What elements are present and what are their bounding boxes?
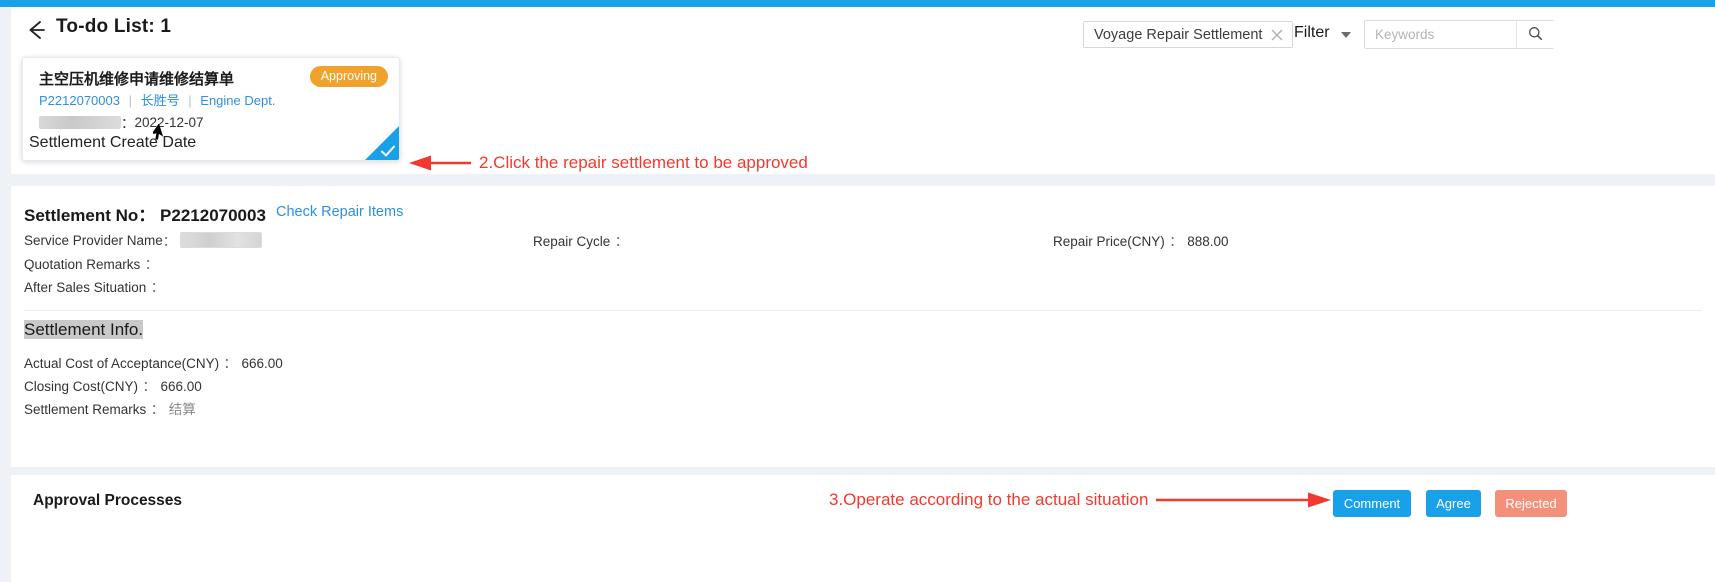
field-settlement-remarks: Settlement Remarks ： 结算 bbox=[24, 398, 196, 419]
annotation-arrow-right-icon bbox=[1156, 492, 1332, 508]
left-rail bbox=[0, 7, 11, 582]
search-box bbox=[1364, 20, 1554, 49]
field-colon: ： bbox=[162, 234, 177, 249]
field-label: Actual Cost of Acceptance(CNY) bbox=[24, 356, 220, 371]
annotation-step-3-text: 3.Operate according to the actual situat… bbox=[829, 490, 1149, 509]
field-closing-cost: Closing Cost(CNY) ： 666.00 bbox=[24, 375, 202, 396]
field-repair-price: Repair Price(CNY) ： 888.00 bbox=[1053, 230, 1228, 251]
search-button[interactable] bbox=[1516, 21, 1554, 48]
field-label: After Sales Situation bbox=[24, 280, 147, 295]
annotation-step-3: 3.Operate according to the actual situat… bbox=[829, 490, 1332, 510]
section-divider bbox=[24, 310, 1702, 311]
date-colon: ： bbox=[121, 116, 135, 131]
field-label: Repair Cycle bbox=[533, 234, 611, 249]
redacted-label bbox=[39, 115, 121, 129]
field-colon: ： bbox=[223, 356, 238, 371]
meta-separator: | bbox=[188, 93, 192, 108]
todo-card-footer-label: Settlement Create Date bbox=[29, 134, 197, 151]
field-after-sales-situation: After Sales Situation ： bbox=[24, 276, 164, 297]
field-value: 888.00 bbox=[1187, 234, 1229, 249]
annotation-step-2: 2.Click the repair settlement to be appr… bbox=[409, 153, 808, 173]
field-label: Repair Price(CNY) bbox=[1053, 234, 1165, 249]
todo-card-vessel[interactable]: 长胜号 bbox=[141, 93, 180, 108]
field-label: Closing Cost(CNY) bbox=[24, 379, 139, 394]
field-value: 结算 bbox=[168, 402, 196, 417]
search-input[interactable] bbox=[1365, 21, 1515, 48]
field-colon: ： bbox=[144, 257, 159, 272]
todo-card-dept[interactable]: Engine Dept. bbox=[200, 93, 275, 108]
filter-dropdown[interactable]: Filter bbox=[1294, 24, 1330, 42]
todo-card-meta: P2212070003 | 长胜号 | Engine Dept. bbox=[39, 90, 275, 109]
field-quotation-remarks: Quotation Remarks ： bbox=[24, 253, 158, 274]
redacted-value bbox=[180, 232, 263, 248]
chevron-down-icon[interactable] bbox=[1341, 32, 1351, 38]
meta-separator: | bbox=[128, 93, 132, 108]
agree-button[interactable]: Agree bbox=[1426, 490, 1481, 517]
approval-processes-title: Approval Processes bbox=[33, 492, 183, 509]
todo-list-strip: 主空压机维修申请维修结算单 Approving P2212070003 | 长胜… bbox=[11, 52, 1715, 174]
todo-card[interactable]: 主空压机维修申请维修结算单 Approving P2212070003 | 长胜… bbox=[22, 57, 400, 161]
todo-card-code[interactable]: P2212070003 bbox=[39, 93, 120, 108]
rejected-button[interactable]: Rejected bbox=[1495, 490, 1567, 517]
field-label: Service Provider Name bbox=[24, 232, 163, 248]
field-colon: ： bbox=[142, 379, 156, 394]
field-label: Settlement Remarks bbox=[24, 402, 147, 417]
field-repair-cycle: Repair Cycle ： bbox=[533, 230, 628, 251]
annotation-step-2-text: 2.Click the repair settlement to be appr… bbox=[479, 153, 808, 172]
settlement-info-heading-text: Settlement Info. bbox=[24, 320, 144, 339]
field-colon: ： bbox=[1169, 234, 1183, 249]
field-actual-cost: Actual Cost of Acceptance(CNY) ： 666.00 bbox=[24, 352, 283, 373]
approval-footer: Approval Processes 3.Operate according t… bbox=[11, 475, 1715, 582]
check-repair-items-link[interactable]: Check Repair Items bbox=[276, 204, 403, 220]
active-filter-tag[interactable]: Voyage Repair Settlement bbox=[1083, 21, 1294, 48]
search-icon bbox=[1528, 26, 1543, 44]
status-badge: Approving bbox=[309, 66, 388, 87]
field-colon: ： bbox=[150, 402, 165, 417]
settlement-no-label: Settlement No： bbox=[24, 206, 156, 225]
annotation-arrow-left-icon bbox=[409, 155, 471, 171]
settlement-no: Settlement No： P2212070003 bbox=[24, 201, 266, 226]
settlement-detail-panel: Settlement No： P2212070003 Check Repair … bbox=[11, 186, 1715, 467]
back-arrow-icon[interactable] bbox=[24, 17, 50, 43]
settlement-info-heading: Settlement Info. bbox=[24, 320, 144, 340]
field-service-provider: Service Provider Name ： bbox=[24, 230, 263, 250]
comment-button[interactable]: Comment bbox=[1333, 490, 1411, 517]
todo-card-date: 2022-12-07 bbox=[134, 114, 204, 130]
app-top-accent-bar bbox=[0, 0, 1715, 7]
active-filter-tag-label: Voyage Repair Settlement bbox=[1094, 26, 1263, 43]
settlement-no-value: P2212070003 bbox=[160, 206, 266, 225]
todo-card-title: 主空压机维修申请维修结算单 bbox=[39, 71, 235, 88]
page-header: To-do List: 1 Voyage Repair Settlement F… bbox=[11, 7, 1715, 52]
field-colon: ： bbox=[614, 234, 629, 249]
page-title: To-do List: 1 bbox=[56, 16, 172, 37]
close-icon[interactable] bbox=[1270, 28, 1284, 42]
check-icon bbox=[380, 143, 396, 159]
field-label: Quotation Remarks bbox=[24, 257, 141, 272]
field-value: 666.00 bbox=[160, 379, 202, 394]
field-colon: ： bbox=[150, 280, 165, 295]
field-value: 666.00 bbox=[241, 356, 283, 371]
todo-card-date-row: ： 2022-12-07 bbox=[39, 112, 204, 132]
